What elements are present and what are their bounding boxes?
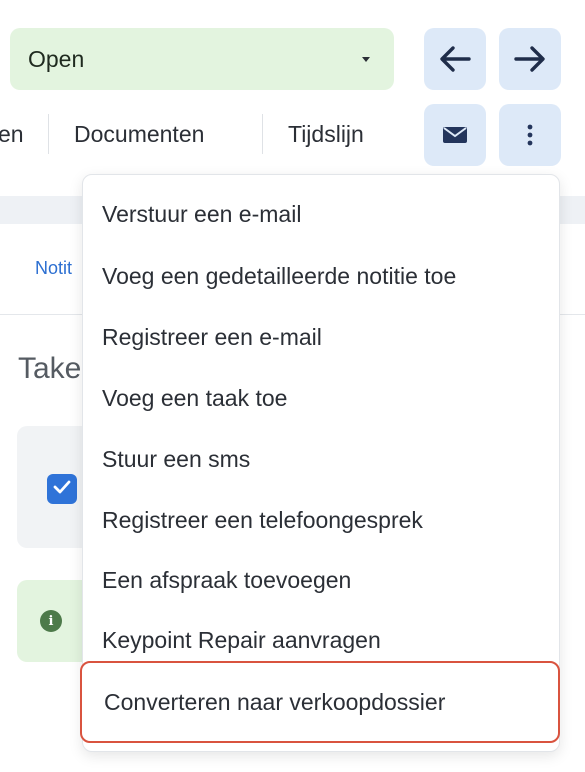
previous-button[interactable] [424, 28, 486, 90]
menu-item-register-call[interactable]: Registreer een telefoongesprek [83, 489, 559, 551]
tab-tijdslijn[interactable]: Tijdslijn [288, 104, 364, 164]
vertical-dots-icon [526, 124, 534, 146]
menu-item-register-email[interactable]: Registreer een e-mail [83, 306, 559, 368]
menu-item-add-task[interactable]: Voeg een taak toe [83, 367, 559, 429]
actions-menu: Verstuur een e-mail Voeg een gedetaillee… [80, 174, 560, 752]
chevron-down-icon [362, 57, 370, 62]
status-select[interactable]: Open [10, 28, 394, 90]
next-button[interactable] [499, 28, 561, 90]
tab-divider [262, 114, 263, 154]
tab-divider [48, 114, 49, 154]
checkmark-icon [53, 480, 71, 499]
arrow-right-icon [513, 44, 547, 74]
status-select-value: Open [28, 45, 85, 72]
menu-item-convert-to-sales-file[interactable]: Converteren naar verkoopdossier [80, 661, 560, 743]
menu-item-send-email[interactable]: Verstuur een e-mail [83, 183, 559, 245]
more-actions-button[interactable] [499, 104, 561, 166]
info-icon: i [40, 610, 62, 632]
tab-notities[interactable]: Notit [35, 258, 72, 279]
record-tabs: en Documenten Tijdslijn [0, 104, 420, 164]
menu-item-add-detailed-note[interactable]: Voeg een gedetailleerde notitie toe [83, 245, 559, 307]
task-checkbox[interactable] [47, 474, 77, 504]
arrow-left-icon [438, 44, 472, 74]
menu-item-add-appointment[interactable]: Een afspraak toevoegen [83, 549, 559, 611]
envelope-icon [442, 125, 468, 145]
menu-item-send-sms[interactable]: Stuur een sms [83, 428, 559, 490]
section-title: Take [18, 352, 82, 385]
tab-partial[interactable]: en [0, 104, 24, 164]
tab-documenten[interactable]: Documenten [74, 104, 204, 164]
email-button[interactable] [424, 104, 486, 166]
